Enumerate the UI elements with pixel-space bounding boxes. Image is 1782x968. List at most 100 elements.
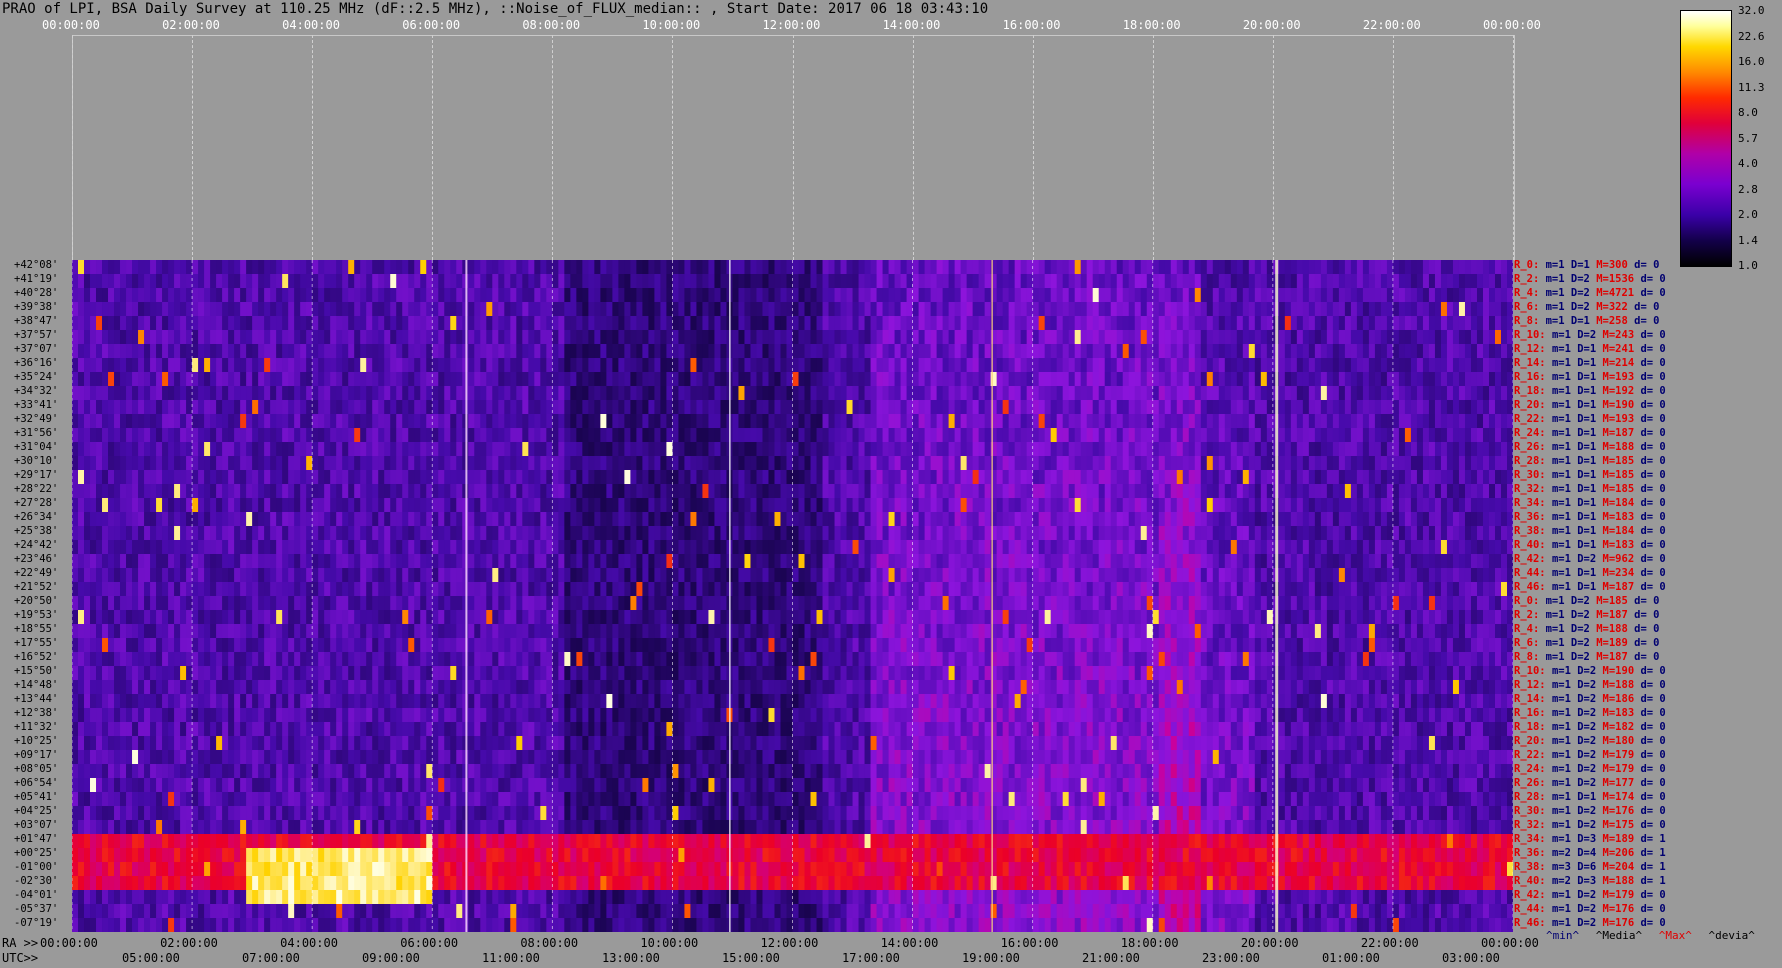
top-tick-label: 22:00:00 (1362, 18, 1421, 32)
row-stat: R_14: m=1 D=2 M=186 d= 0 (1514, 693, 1666, 705)
utc-tick-label: 09:00:00 (362, 951, 420, 965)
scale-label: 8.0 (1738, 106, 1758, 119)
row-stat: R_46: m=1 D=2 M=176 d= 0 (1514, 917, 1666, 929)
row-stat: R_44: m=1 D=1 M=234 d= 0 (1514, 567, 1666, 579)
declination-label: +36°16' (14, 357, 59, 369)
declination-label: +28°22' (14, 483, 59, 495)
declination-label: +23°46' (14, 553, 59, 565)
declination-label: -01°00' (14, 861, 59, 873)
declination-label: +32°49' (14, 413, 59, 425)
declination-label: +05°41' (14, 791, 59, 803)
declination-label: +10°25' (14, 735, 59, 747)
declination-label: +42°08' (14, 259, 59, 271)
declination-label: +01°47' (14, 833, 59, 845)
top-tick-label: 06:00:00 (402, 18, 461, 32)
declination-label: +38°47' (14, 315, 59, 327)
bright-source-line (1275, 260, 1279, 932)
ra-tick-label: 22:00:00 (1360, 936, 1419, 950)
declination-label: +33°41' (14, 399, 59, 411)
top-grid-line (672, 35, 674, 260)
legend: ^min^ ^Media^ ^Max^ ^devia^ (1546, 929, 1765, 942)
row-stat: R_34: m=1 D=1 M=184 d= 0 (1514, 497, 1666, 509)
declination-label: +19°53' (14, 609, 59, 621)
row-stat: R_24: m=1 D=2 M=179 d= 0 (1514, 763, 1666, 775)
utc-tick-label: 15:00:00 (722, 951, 780, 965)
declination-label: +31°04' (14, 441, 59, 453)
top-grid-line (312, 35, 314, 260)
ra-tick-label: 04:00:00 (280, 936, 338, 950)
declination-label: +22°49' (14, 567, 59, 579)
utc-tick-label: 01:00:00 (1322, 951, 1380, 965)
scale-label: 2.8 (1738, 182, 1758, 196)
row-stat: R_42: m=1 D=2 M=179 d= 0 (1514, 889, 1666, 901)
declination-label: +00°25' (14, 847, 59, 859)
row-stat: R_26: m=1 D=2 M=177 d= 0 (1514, 777, 1666, 789)
declination-label: +16°52' (14, 651, 59, 663)
row-stat: R_2: m=1 D=2 M=1536 d= 0 (1514, 273, 1666, 285)
top-grid-line (432, 35, 434, 260)
row-stat: R_26: m=1 D=1 M=188 d= 0 (1514, 441, 1666, 453)
ra-tick-label: 10:00:00 (640, 936, 699, 950)
utc-tick-label: 13:00:00 (602, 951, 660, 965)
row-stat: R_8: m=1 D=2 M=187 d= 0 (1514, 651, 1660, 663)
row-stat: R_42: m=1 D=2 M=962 d= 0 (1514, 553, 1666, 565)
top-tick-label: 20:00:00 (1242, 18, 1301, 32)
row-stat: R_0: m=1 D=1 M=300 d= 0 (1514, 259, 1660, 271)
declination-label: +41°19' (14, 273, 59, 285)
ra-tick-label: 02:00:00 (160, 936, 218, 950)
row-stat: R_2: m=1 D=2 M=187 d= 0 (1514, 609, 1660, 621)
row-stat: R_12: m=1 D=1 M=241 d= 0 (1514, 343, 1666, 355)
utc-tick-label: 21:00:00 (1082, 951, 1140, 965)
scale-label: 4.0 (1738, 157, 1758, 170)
ra-tick-label: 00:00:00 (40, 936, 98, 950)
scale-label: 22.6 (1738, 29, 1765, 43)
declination-label: +08°05' (14, 763, 59, 775)
row-stat: R_16: m=1 D=2 M=183 d= 0 (1514, 707, 1666, 719)
top-grid-line (1032, 35, 1034, 260)
top-grid-line (1513, 35, 1514, 260)
row-stat: R_44: m=1 D=2 M=176 d= 0 (1514, 903, 1666, 915)
ra-prefix: RA >> (2, 936, 39, 950)
row-stat: R_14: m=1 D=1 M=214 d= 0 (1514, 357, 1666, 369)
ra-tick-label: 08:00:00 (520, 936, 579, 950)
declination-label: +21°52' (14, 581, 59, 593)
ra-tick-label: 16:00:00 (1000, 936, 1059, 950)
declination-label: +13°44' (14, 693, 59, 705)
top-grid-line (1272, 35, 1274, 260)
scale-label: 32.0 (1738, 4, 1765, 17)
top-tick-label: 00:00:00 (42, 18, 100, 32)
ra-tick-label: 12:00:00 (760, 936, 819, 950)
top-tick-label: 14:00:00 (882, 18, 941, 32)
top-tick-label: 12:00:00 (762, 18, 821, 32)
row-stat: R_4: m=1 D=2 M=4721 d= 0 (1514, 287, 1666, 299)
row-stat: R_34: m=1 D=3 M=189 d= 1 (1514, 833, 1666, 845)
chart-title: PRAO of LPI, BSA Daily Survey at 110.25 … (2, 1, 989, 17)
top-tick-label: 02:00:00 (162, 18, 220, 32)
row-stat: R_32: m=1 D=2 M=175 d= 0 (1514, 819, 1666, 831)
row-stat: R_22: m=1 D=2 M=179 d= 0 (1514, 749, 1666, 761)
utc-prefix: UTC>> (2, 951, 39, 965)
declination-label: +40°28' (14, 287, 59, 299)
utc-tick-label: 23:00:00 (1202, 951, 1260, 965)
declination-label: +06°54' (14, 777, 59, 789)
ra-tick-label: 14:00:00 (880, 936, 939, 950)
top-grid-line (912, 35, 914, 260)
bright-source-line (465, 260, 468, 932)
top-grid-line (72, 35, 73, 260)
declination-label: -07°19' (14, 917, 59, 929)
top-tick-label: 00:00:00 (1483, 18, 1541, 32)
top-tick-label: 04:00:00 (282, 18, 340, 32)
top-tick-label: 16:00:00 (1002, 18, 1061, 32)
declination-label: +09°17' (14, 749, 59, 761)
row-stat: R_12: m=1 D=2 M=188 d= 0 (1514, 679, 1666, 691)
utc-tick-label: 17:00:00 (842, 951, 900, 965)
declination-label: +37°57' (14, 329, 59, 341)
utc-tick-label: 03:00:00 (1442, 951, 1500, 965)
ra-tick-label: 00:00:00 (1481, 936, 1539, 950)
declination-label: +27°28' (14, 497, 59, 509)
scale-label: 5.7 (1738, 131, 1758, 145)
ra-tick-label: 18:00:00 (1120, 936, 1179, 950)
row-stat: R_10: m=1 D=2 M=243 d= 0 (1514, 329, 1666, 341)
top-grid-line (792, 35, 794, 260)
declination-label: +24°42' (14, 539, 59, 551)
